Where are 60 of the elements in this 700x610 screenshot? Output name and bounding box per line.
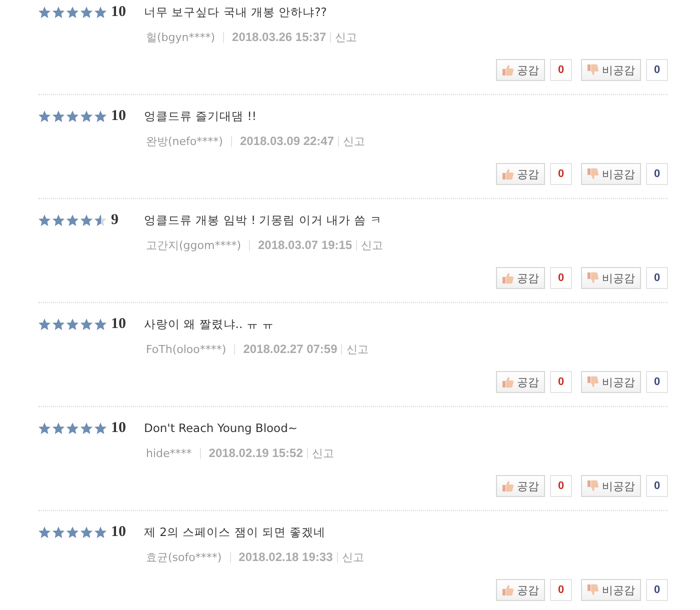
thumbs-down-icon bbox=[587, 64, 599, 76]
thumbs-up-icon bbox=[502, 272, 514, 284]
rating-score: 10 bbox=[110, 108, 127, 124]
dislike-button[interactable]: 비공감 bbox=[581, 579, 641, 601]
dislike-count: 0 bbox=[646, 59, 668, 81]
review-date: 2018.02.19 15:52 bbox=[208, 446, 303, 460]
dislike-button[interactable]: 비공감 bbox=[581, 371, 641, 393]
review-date: 2018.03.26 15:37 bbox=[232, 30, 326, 44]
like-count: 0 bbox=[550, 579, 572, 601]
thumbs-up-icon bbox=[502, 168, 514, 180]
like-button[interactable]: 공감 bbox=[496, 475, 545, 497]
thumbs-down-icon bbox=[587, 272, 599, 284]
rating-score: 9 bbox=[110, 212, 120, 228]
like-count: 0 bbox=[550, 267, 572, 289]
review-text: 너무 보구싶다 국내 개봉 안하냐?? bbox=[144, 4, 327, 20]
dislike-button[interactable]: 비공감 bbox=[581, 59, 641, 81]
dislike-count: 0 bbox=[646, 371, 668, 393]
dislike-button[interactable]: 비공감 bbox=[581, 163, 641, 185]
review-text: Don't Reach Young Blood~ bbox=[144, 421, 298, 435]
author-name: 효균(sofo****) bbox=[146, 550, 222, 564]
like-button[interactable]: 공감 bbox=[496, 59, 545, 81]
like-count: 0 bbox=[550, 163, 572, 185]
review-date: 2018.03.09 22:47 bbox=[240, 134, 334, 148]
author-name: FoTh(oloo****) bbox=[146, 342, 226, 356]
dislike-count: 0 bbox=[646, 579, 668, 601]
review-date: 2018.02.18 19:33 bbox=[238, 550, 333, 564]
thumbs-up-icon bbox=[502, 64, 514, 76]
dislike-button[interactable]: 비공감 bbox=[581, 475, 641, 497]
review-text: 사랑이 왜 짤렸냐.. ㅠ ㅠ bbox=[144, 316, 274, 332]
rating-score: 10 bbox=[110, 4, 127, 20]
like-count: 0 bbox=[550, 371, 572, 393]
like-count: 0 bbox=[550, 475, 572, 497]
thumbs-up-icon bbox=[502, 584, 514, 596]
thumbs-down-icon bbox=[587, 480, 599, 492]
author-name: 완방(nefo****) bbox=[146, 134, 223, 148]
thumbs-down-icon bbox=[587, 168, 599, 180]
thumbs-up-icon bbox=[502, 480, 514, 492]
dislike-count: 0 bbox=[646, 267, 668, 289]
thumbs-down-icon bbox=[587, 376, 599, 388]
thumbs-up-icon bbox=[502, 376, 514, 388]
review-date: 2018.02.27 07:59 bbox=[243, 342, 338, 356]
review-text: 엉클드류 즐기대댐 !! bbox=[144, 108, 257, 124]
review-text: 엉클드류 개봉 임박 ! 기몽림 이거 내가 씀 ㅋ bbox=[144, 212, 382, 228]
like-count: 0 bbox=[550, 59, 572, 81]
like-button[interactable]: 공감 bbox=[496, 371, 545, 393]
rating-score: 10 bbox=[110, 524, 127, 540]
thumbs-down-icon bbox=[587, 584, 599, 596]
like-button[interactable]: 공감 bbox=[496, 163, 545, 185]
dislike-count: 0 bbox=[646, 163, 668, 185]
rating-score: 10 bbox=[110, 420, 127, 436]
like-button[interactable]: 공감 bbox=[496, 579, 545, 601]
author-name: hide**** bbox=[146, 446, 192, 460]
dislike-button[interactable]: 비공감 bbox=[581, 267, 641, 289]
like-button[interactable]: 공감 bbox=[496, 267, 545, 289]
author-name: 고간지(ggom****) bbox=[146, 238, 241, 252]
author-name: 헐(bgyn****) bbox=[146, 30, 216, 44]
rating-score: 10 bbox=[110, 316, 127, 332]
review-date: 2018.03.07 19:15 bbox=[258, 238, 352, 252]
review-text: 제 2의 스페이스 잼이 되면 좋겠네 bbox=[144, 524, 326, 540]
dislike-count: 0 bbox=[646, 475, 668, 497]
